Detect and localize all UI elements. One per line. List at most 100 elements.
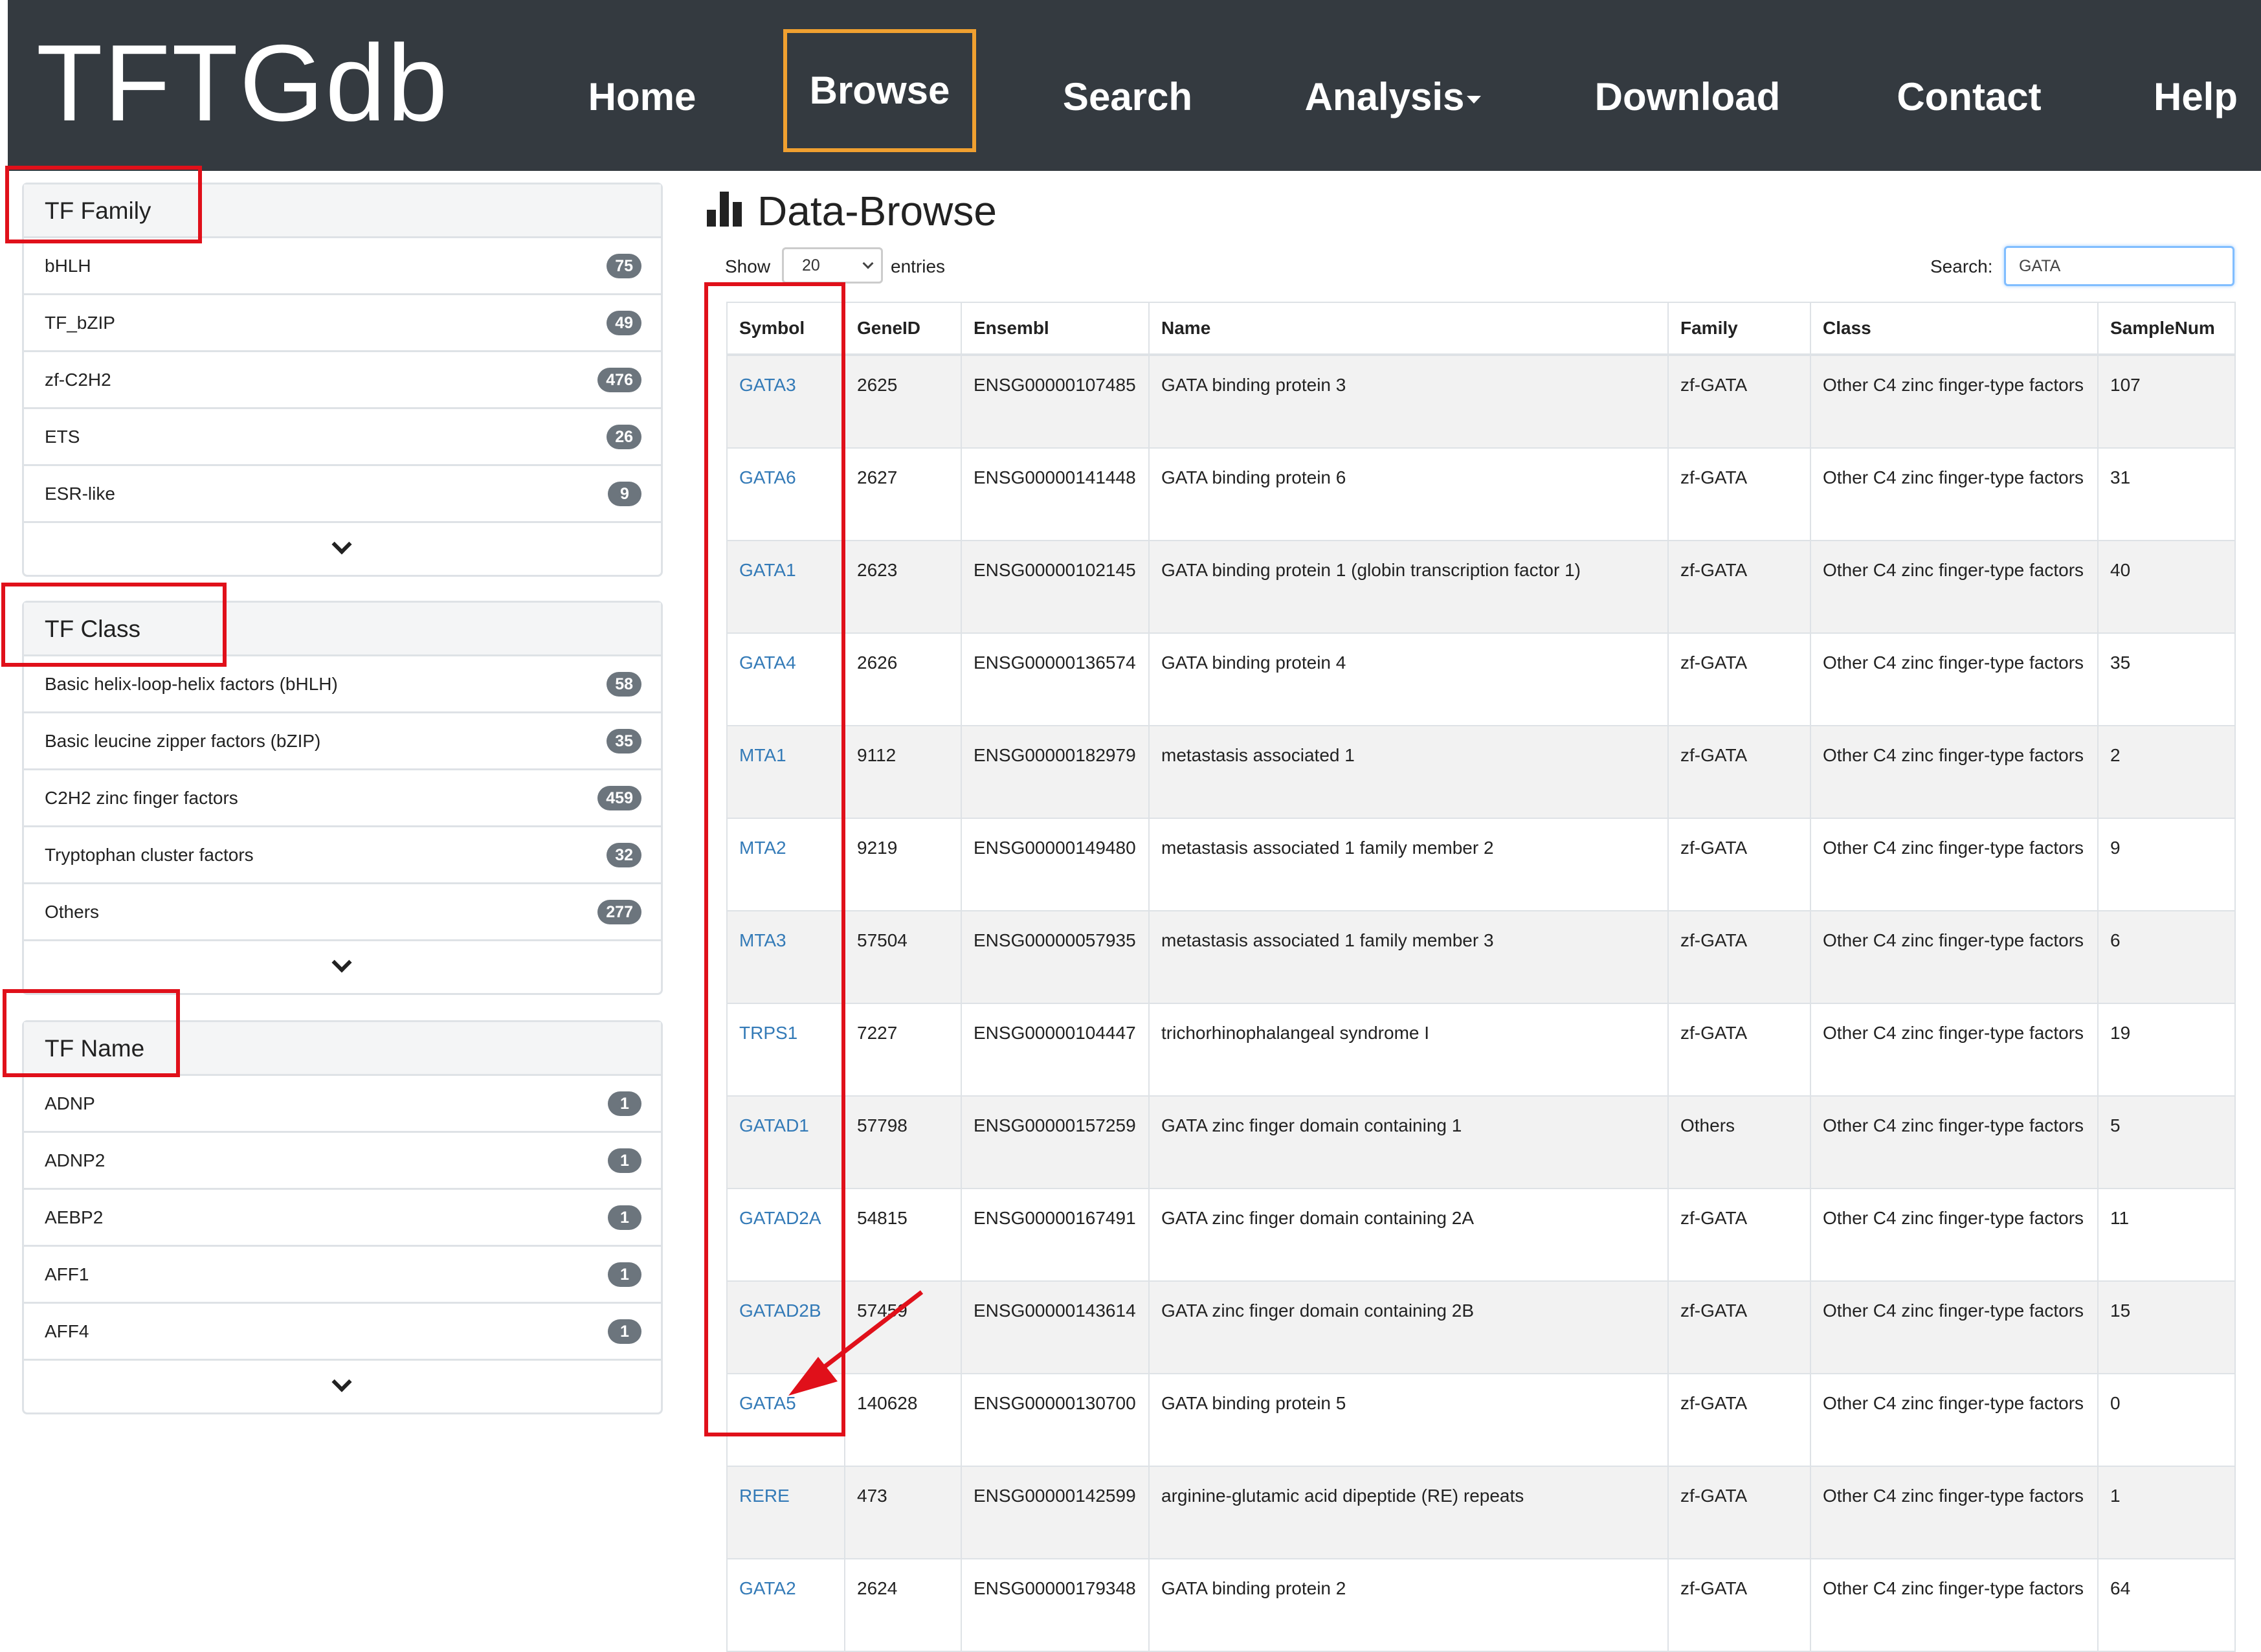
table-cell: 54815 <box>844 1188 962 1282</box>
nav-home[interactable]: Home <box>571 0 713 171</box>
table-cell: 15 <box>2097 1280 2236 1374</box>
entries-per-page-select[interactable]: 20 <box>782 247 883 284</box>
name-item-label: AFF1 <box>45 1264 89 1284</box>
class-item[interactable]: Others 277 <box>24 884 661 941</box>
count-badge: 32 <box>607 843 641 867</box>
count-badge: 1 <box>608 1205 641 1230</box>
table-row: GATA5 140628 ENSG00000130700 GATA binding p… <box>726 1373 2236 1467</box>
family-item[interactable]: ESR-like 9 <box>24 466 661 523</box>
table-cell: metastasis associated 1 family member 2 <box>1148 818 1669 911</box>
count-badge: 9 <box>608 482 641 506</box>
data-table: Symbol GeneID Ensembl Name Family Class Sample… <box>726 302 2236 1652</box>
table-cell: 7227 <box>844 1003 962 1097</box>
table-cell: Other C4 zinc finger-type factors <box>1810 818 2099 911</box>
table-cell: GATA zinc finger domain containing 1 <box>1148 1095 1669 1189</box>
nav-search[interactable]: Search <box>1050 0 1205 171</box>
table-row: GATA4 2626 ENSG00000136574 GATA binding pro… <box>726 632 2236 726</box>
name-expand-button[interactable] <box>24 1361 661 1412</box>
table-row: GATA2 2624 ENSG00000179348 GATA binding pro… <box>726 1558 2236 1652</box>
chevron-down-icon <box>331 952 352 973</box>
table-cell: 1 <box>2097 1466 2236 1559</box>
class-item[interactable]: Basic leucine zipper factors (bZIP) 35 <box>24 713 661 770</box>
symbol-link[interactable]: RERE <box>726 1466 845 1559</box>
name-item-label: AFF4 <box>45 1321 89 1341</box>
family-item[interactable]: TF_bZIP 49 <box>24 295 661 352</box>
table-cell: GATA binding protein 6 <box>1148 447 1669 541</box>
table-cell: 5 <box>2097 1095 2236 1189</box>
table-cell: zf-GATA <box>1667 910 1811 1004</box>
search-label: Search: <box>1930 256 1993 276</box>
nav-download[interactable]: Download <box>1587 0 1788 171</box>
table-cell: GATA binding protein 1 (globin transcrip… <box>1148 540 1669 634</box>
name-item[interactable]: ADNP2 1 <box>24 1133 661 1190</box>
highlight-box-family <box>5 166 202 243</box>
count-badge: 1 <box>608 1091 641 1116</box>
table-cell: metastasis associated 1 <box>1148 725 1669 819</box>
table-row: MTA3 57504 ENSG00000057935 metastasis assoc… <box>726 910 2236 1004</box>
count-badge: 58 <box>607 672 641 697</box>
table-cell: ENSG00000149480 <box>961 818 1150 911</box>
nav-analysis-label: Analysis <box>1304 75 1465 118</box>
name-item[interactable]: ADNP 1 <box>24 1076 661 1133</box>
table-cell: ENSG00000179348 <box>961 1558 1150 1652</box>
column-header[interactable]: Class <box>1810 302 2099 356</box>
table-cell: zf-GATA <box>1667 1188 1811 1282</box>
nav-analysis[interactable]: Analysis <box>1296 0 1490 171</box>
class-item[interactable]: C2H2 zinc finger factors 459 <box>24 770 661 827</box>
class-item-label: Basic helix-loop-helix factors (bHLH) <box>45 674 338 694</box>
count-badge: 1 <box>608 1262 641 1287</box>
table-cell: 19 <box>2097 1003 2236 1097</box>
family-item[interactable]: zf-C2H2 476 <box>24 352 661 409</box>
site-logo[interactable]: TFTGdb <box>36 18 449 148</box>
search-input[interactable]: GATA <box>2004 246 2234 286</box>
name-item[interactable]: AEBP2 1 <box>24 1190 661 1247</box>
column-header[interactable]: Name <box>1148 302 1669 356</box>
class-item-label: Tryptophan cluster factors <box>45 845 254 865</box>
table-cell: ENSG00000157259 <box>961 1095 1150 1189</box>
table-cell: GATA binding protein 2 <box>1148 1558 1669 1652</box>
nav-contact[interactable]: Contact <box>1885 0 2053 171</box>
name-item[interactable]: AFF1 1 <box>24 1247 661 1304</box>
table-cell: GATA zinc finger domain containing 2A <box>1148 1188 1669 1282</box>
table-cell: Other C4 zinc finger-type factors <box>1810 1188 2099 1282</box>
nav-browse[interactable]: Browse <box>783 29 976 152</box>
column-header[interactable]: Ensembl <box>961 302 1150 356</box>
table-cell: zf-GATA <box>1667 1280 1811 1374</box>
name-item-label: ADNP2 <box>45 1150 106 1170</box>
table-cell: ENSG00000142599 <box>961 1466 1150 1559</box>
chevron-down-icon <box>331 534 352 555</box>
table-cell: Other C4 zinc finger-type factors <box>1810 725 2099 819</box>
column-header[interactable]: GeneID <box>844 302 962 356</box>
highlight-box-name <box>3 989 180 1077</box>
class-expand-button[interactable] <box>24 941 661 993</box>
red-arrow-icon <box>788 1290 924 1396</box>
family-expand-button[interactable] <box>24 523 661 575</box>
table-cell: ENSG00000143614 <box>961 1280 1150 1374</box>
bar-chart-icon <box>707 192 746 227</box>
count-badge: 35 <box>607 729 641 753</box>
top-navbar: TFTGdb Home Browse Search Analysis Downl… <box>8 0 2261 171</box>
table-cell: 11 <box>2097 1188 2236 1282</box>
table-row: GATAD2A 54815 ENSG00000167491 GATA zinc fin… <box>726 1188 2236 1282</box>
symbol-link[interactable]: GATA2 <box>726 1558 845 1652</box>
column-header[interactable]: Family <box>1667 302 1811 356</box>
table-row: MTA1 9112 ENSG00000182979 metastasis associ… <box>726 725 2236 819</box>
column-header[interactable]: SampleNum <box>2097 302 2236 356</box>
table-cell: ENSG00000104447 <box>961 1003 1150 1097</box>
nav-help[interactable]: Help <box>2137 0 2254 171</box>
table-cell: Other C4 zinc finger-type factors <box>1810 354 2099 449</box>
table-cell: Other C4 zinc finger-type factors <box>1810 1003 2099 1097</box>
name-item-label: AEBP2 <box>45 1207 104 1227</box>
table-cell: zf-GATA <box>1667 1466 1811 1559</box>
family-item[interactable]: ETS 26 <box>24 409 661 466</box>
name-item[interactable]: AFF4 1 <box>24 1304 661 1361</box>
class-item[interactable]: Tryptophan cluster factors 32 <box>24 827 661 884</box>
table-cell: ENSG00000130700 <box>961 1373 1150 1467</box>
family-item[interactable]: bHLH 75 <box>24 238 661 295</box>
chevron-down-icon <box>862 258 874 269</box>
table-cell: Others <box>1667 1095 1811 1189</box>
count-badge: 26 <box>607 425 641 449</box>
table-cell: 2625 <box>844 354 962 449</box>
table-cell: Other C4 zinc finger-type factors <box>1810 1095 2099 1189</box>
highlight-box-symbol-column <box>704 282 845 1436</box>
